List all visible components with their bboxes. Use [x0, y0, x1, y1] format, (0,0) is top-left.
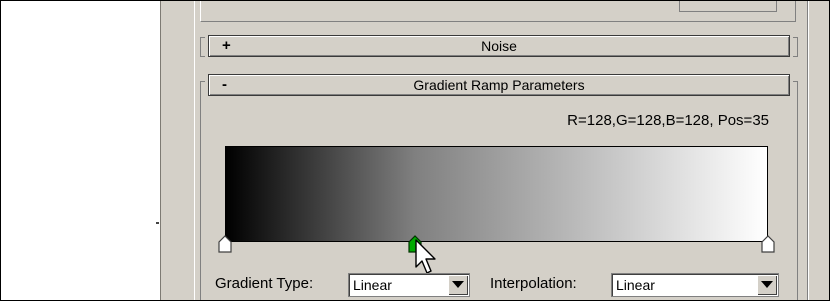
rollout-title-gradient-ramp: Gradient Ramp Parameters: [413, 77, 585, 93]
interpolation-value: Linear: [616, 277, 655, 293]
divider-stub: [156, 222, 159, 224]
gradient-type-value: Linear: [353, 277, 392, 293]
panel-scrollbar[interactable]: [809, 1, 829, 300]
rollout-bracket-left: [200, 81, 205, 300]
panel-inner-edge: [194, 1, 195, 300]
rollout-bracket-left: [200, 37, 205, 57]
gradient-flag-2[interactable]: [760, 234, 776, 254]
flag-readout: R=128,G=128,B=128, Pos=35: [567, 112, 769, 129]
viewport-frame: + Noise - Gradient Ramp Parameters R=128…: [0, 0, 830, 301]
previous-rollout-field[interactable]: [679, 1, 777, 12]
interpolation-dropdown[interactable]: Linear: [611, 273, 779, 297]
panel-left-edge: [160, 1, 161, 300]
interpolation-label: Interpolation:: [490, 275, 577, 292]
rollout-header-noise[interactable]: + Noise: [208, 35, 790, 57]
gradient-options-row: Gradient Type: Linear Interpolation: Lin…: [215, 273, 795, 300]
dropdown-arrow-icon[interactable]: [448, 275, 468, 295]
rollout-bracket-right: [793, 81, 798, 300]
gradient-type-dropdown[interactable]: Linear: [348, 273, 470, 297]
rollout-header-gradient-ramp[interactable]: - Gradient Ramp Parameters: [208, 74, 790, 96]
gradient-type-label: Gradient Type:: [215, 275, 314, 292]
gradient-ramp[interactable]: [225, 146, 768, 242]
rollout-bracket-right: [793, 37, 798, 57]
gradient-flag-0[interactable]: [217, 234, 233, 254]
dropdown-arrow-icon[interactable]: [757, 275, 777, 295]
rollout-title-noise: Noise: [481, 38, 517, 54]
blank-area: [1, 1, 159, 300]
